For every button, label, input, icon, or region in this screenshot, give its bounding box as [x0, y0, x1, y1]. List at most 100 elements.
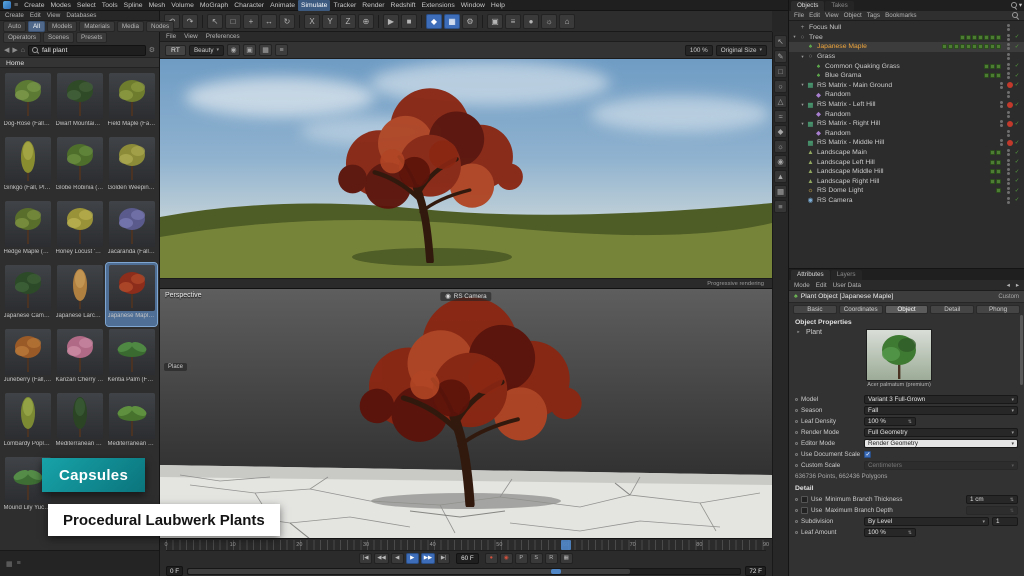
object-row-rs-matrix-main-ground[interactable]: ▾▦RS Matrix - Main Ground✓ — [789, 81, 1024, 91]
enabled-check-icon[interactable]: ✓ — [1013, 102, 1021, 108]
filter-tab-media[interactable]: Media — [117, 21, 144, 32]
asset-item-hedge-maple-fall-plant[interactable]: Hedge Maple (Fall, Plant) — [2, 199, 53, 262]
object-row-blue-grama[interactable]: ♠Blue Grama✓ — [789, 71, 1024, 81]
render-view-menu-preferences[interactable]: Preferences — [206, 33, 240, 40]
menu-render[interactable]: Render — [359, 0, 387, 11]
cube-primitive-icon[interactable]: □ — [774, 65, 787, 78]
texture-tag-icon[interactable] — [984, 64, 989, 69]
asset-item-japanese-larch-fall-plant[interactable]: Japanese Larch (Fall, Plant) — [54, 263, 105, 326]
plant-preview-thumbnail[interactable] — [866, 329, 932, 381]
range-end-field[interactable]: 72 F — [745, 566, 766, 576]
array-object-icon[interactable]: ▦ — [774, 185, 787, 198]
back-icon[interactable]: ◀ — [4, 46, 9, 54]
om-menu-file[interactable]: File — [794, 12, 804, 19]
visibility-dots[interactable] — [1007, 178, 1010, 185]
search-input[interactable] — [42, 47, 142, 54]
menu-spline[interactable]: Spline — [121, 0, 146, 11]
menu-extensions[interactable]: Extensions — [418, 0, 457, 11]
rotate-icon[interactable]: ↻ — [279, 14, 295, 29]
prev-frame-button[interactable]: ◀ — [391, 553, 404, 564]
light-tool-icon[interactable]: ☼ — [541, 14, 557, 29]
texture-tag-icon[interactable] — [942, 44, 947, 49]
expand-arrow-icon[interactable]: ▾ — [799, 121, 806, 127]
menu-redshift[interactable]: Redshift — [388, 0, 419, 11]
environment-icon[interactable]: ⌂ — [559, 14, 575, 29]
menu-select[interactable]: Select — [74, 0, 99, 11]
section-tab-phong[interactable]: Phong — [976, 305, 1020, 314]
record-params-button[interactable]: ▦ — [560, 553, 573, 564]
texture-tag-icon[interactable] — [984, 44, 989, 49]
menu-tracker[interactable]: Tracker — [330, 0, 359, 11]
visibility-dots[interactable] — [1007, 53, 1010, 60]
visibility-dots[interactable] — [1007, 159, 1010, 166]
texture-tag-icon[interactable] — [996, 64, 1001, 69]
object-row-japanese-maple[interactable]: ♠Japanese Maple✓ — [789, 42, 1024, 52]
object-row-landscape-main[interactable]: ▲Landscape Main✓ — [789, 148, 1024, 158]
visibility-dots[interactable] — [1007, 24, 1010, 31]
am-menu-edit[interactable]: Edit — [816, 282, 827, 289]
timeline-ruler[interactable]: 0102030405060708090 — [166, 540, 766, 551]
visibility-dots[interactable] — [1007, 72, 1010, 79]
visibility-dots[interactable] — [1007, 130, 1010, 137]
region-render-icon[interactable]: ▦ — [259, 44, 272, 56]
viewport-label[interactable]: Perspective — [165, 292, 202, 299]
browser-menu-create[interactable]: Create — [5, 12, 24, 19]
pen-tool-icon[interactable]: ✎ — [774, 50, 787, 63]
asset-item-mediterranean-dwarf-palm-fall-plant[interactable]: Mediterranean Dwarf Palm (Fall, Plant) — [106, 391, 157, 454]
prev-key-button[interactable]: ◀◀ — [374, 553, 388, 564]
enabled-check-icon[interactable]: ✓ — [1013, 121, 1021, 127]
spline-tool-icon[interactable]: ≈ — [774, 110, 787, 123]
object-row-random[interactable]: ◆Random — [789, 109, 1024, 119]
visibility-dots[interactable] — [1007, 111, 1010, 118]
asset-item-japanese-maple-fall-plant[interactable]: Japanese Maple (Fall, Plant) — [106, 263, 157, 326]
sphere-primitive-icon[interactable]: ○ — [774, 80, 787, 93]
texture-tag-icon[interactable] — [990, 160, 995, 165]
menu-help[interactable]: Help — [488, 0, 508, 11]
size-mode-dropdown[interactable]: Original Size ▾ — [716, 45, 767, 56]
ab-compare-icon[interactable]: ▣ — [243, 44, 256, 56]
section-tab-detail[interactable]: Detail — [930, 305, 974, 314]
texture-tag-icon[interactable] — [972, 35, 977, 40]
record-rotation-button[interactable]: R — [545, 553, 558, 564]
browser-settings-icon[interactable]: ⚙ — [149, 46, 155, 54]
current-frame-field[interactable]: 60 F — [456, 553, 479, 564]
coordinate-system-icon[interactable]: ⊕ — [358, 14, 374, 29]
asset-item-japanese-camellia-fall-plant[interactable]: Japanese Camellia (Fall, Plant) — [2, 263, 53, 326]
enabled-check-icon[interactable]: ✓ — [1013, 197, 1021, 203]
preview-range-track[interactable] — [187, 568, 741, 575]
snapshot-icon[interactable]: ◉ — [227, 44, 240, 56]
go-to-start-button[interactable]: |◀ — [359, 553, 372, 564]
menu-simulate[interactable]: Simulate — [298, 0, 330, 11]
am-menu-mode[interactable]: Mode — [794, 282, 810, 289]
enabled-check-icon[interactable]: ✓ — [1013, 34, 1021, 40]
asset-item-kanzan-cherry-fall-plant[interactable]: Kanzan Cherry (Fall, Plant) — [54, 327, 105, 390]
camera-badge[interactable]: ◉ RS Camera — [440, 292, 491, 301]
object-row-rs-matrix-right-hill[interactable]: ▾▦RS Matrix - Right Hill✓ — [789, 119, 1024, 129]
field-dropdown-custom-scale[interactable]: Centimeters▾ — [864, 461, 1018, 470]
texture-tag-icon[interactable] — [966, 44, 971, 49]
texture-tag-icon[interactable] — [960, 35, 965, 40]
menu-tools[interactable]: Tools — [99, 0, 121, 11]
enabled-check-icon[interactable]: ✓ — [1013, 178, 1021, 184]
asset-item-field-maple-fall-plant[interactable]: Field Maple (Fall, Plant) — [106, 71, 157, 134]
material-manager-icon[interactable]: ● — [523, 14, 539, 29]
texture-tag-icon[interactable] — [990, 44, 995, 49]
visibility-dots[interactable] — [1007, 63, 1010, 70]
render-view-icon[interactable]: ▶ — [383, 14, 399, 29]
object-row-landscape-middle-hill[interactable]: ▲Landscape Middle Hill✓ — [789, 167, 1024, 177]
asset-item-jacaranda-fall-plant[interactable]: Jacaranda (Fall, Plant) — [106, 199, 157, 262]
texture-tag-icon[interactable] — [990, 73, 995, 78]
app-logo-icon[interactable] — [3, 1, 11, 9]
texture-tag-icon[interactable] — [990, 150, 995, 155]
axis-y-icon[interactable]: Y — [322, 14, 338, 29]
menu-volume[interactable]: Volume — [168, 0, 197, 11]
render-view-menu-view[interactable]: View — [184, 33, 198, 40]
asset-item-dog-rose-fall-plant[interactable]: Dog-Rose (Fall, Plant) — [2, 71, 53, 134]
object-row-landscape-right-hill[interactable]: ▲Landscape Right Hill✓ — [789, 177, 1024, 187]
filter-tab-auto[interactable]: Auto — [3, 21, 26, 32]
checkbox-use-maximum-branch-depth[interactable] — [801, 507, 808, 514]
menu-create[interactable]: Create — [21, 0, 47, 11]
om-menu-bookmarks[interactable]: Bookmarks — [885, 12, 917, 19]
visibility-dots[interactable] — [1000, 120, 1003, 127]
visibility-dots[interactable] — [1007, 91, 1010, 98]
